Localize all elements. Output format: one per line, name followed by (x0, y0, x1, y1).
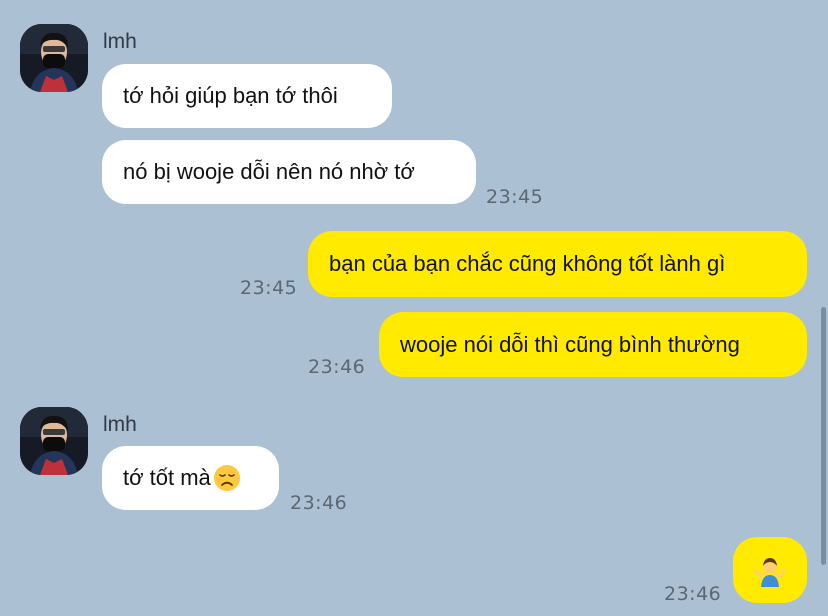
message-text: nó bị wooje dỗi nên nó nhờ tớ (123, 159, 415, 184)
message-timestamp: 23:45 (240, 277, 298, 299)
person-shrugging-icon (754, 558, 786, 587)
disappointed-face-icon (213, 465, 240, 491)
message-timestamp: 23:46 (290, 492, 348, 514)
message-text: wooje nói dỗi thì cũng bình thường (400, 331, 740, 357)
sender-name: lmh (103, 413, 137, 436)
message-bubble[interactable]: bạn của bạn chắc cũng không tốt lành gì (308, 231, 807, 297)
message-bubble[interactable]: tớ tốt mà (102, 446, 279, 510)
message-bubble[interactable]: wooje nói dỗi thì cũng bình thường (379, 312, 807, 377)
avatar-photo (20, 407, 88, 475)
message-timestamp: 23:46 (308, 356, 366, 378)
message-text: bạn của bạn chắc cũng không tốt lành gì (329, 251, 726, 276)
scrollbar[interactable] (821, 307, 826, 565)
avatar[interactable] (20, 407, 88, 475)
message-timestamp: 23:45 (486, 186, 544, 208)
message-timestamp: 23:46 (664, 583, 722, 605)
message-text: tớ tốt mà (123, 465, 211, 490)
message-bubble[interactable]: nó bị wooje dỗi nên nó nhờ tớ (102, 140, 476, 204)
sender-name: lmh (103, 30, 137, 53)
message-bubble[interactable] (733, 537, 807, 603)
message-bubble[interactable]: tớ hỏi giúp bạn tớ thôi (102, 64, 392, 128)
message-text: tớ hỏi giúp bạn tớ thôi (123, 83, 338, 108)
avatar[interactable] (20, 24, 88, 92)
avatar-photo (20, 24, 88, 92)
